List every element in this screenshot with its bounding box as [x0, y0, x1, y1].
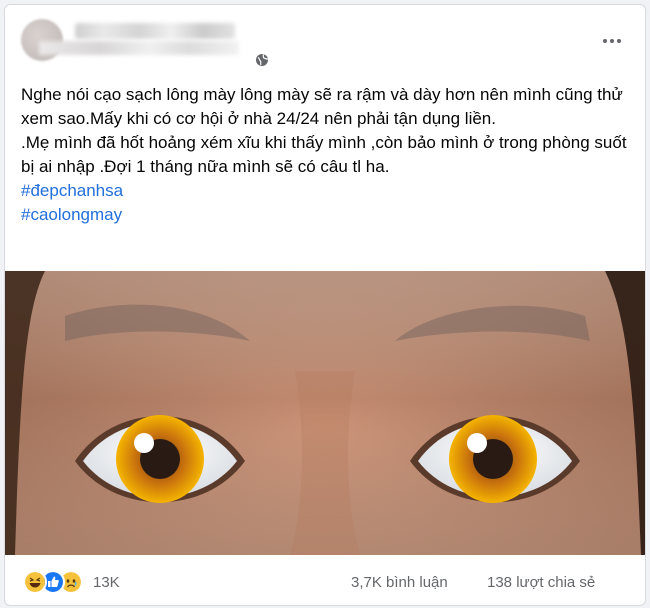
post-footer: 13K 3,7K bình luận 138 lượt chia sẻ [5, 557, 645, 605]
globe-icon[interactable] [255, 53, 269, 67]
post-card: Nghe nói cạo sạch lông mày lông mày sẽ r… [4, 4, 646, 606]
haha-icon [23, 570, 47, 594]
more-dot [617, 39, 621, 43]
post-photo[interactable] [5, 271, 645, 555]
reaction-count[interactable]: 13K [93, 574, 120, 591]
hashtag-link[interactable]: #đepchanhsa [21, 179, 631, 203]
more-options-button[interactable] [597, 31, 627, 51]
post-header [5, 5, 645, 75]
more-dot [610, 39, 614, 43]
comment-count-link[interactable]: 3,7K bình luận [351, 574, 448, 591]
more-options-icon [603, 39, 607, 43]
share-count-link[interactable]: 138 lượt chia sẻ [487, 574, 595, 591]
post-paragraph: Nghe nói cạo sạch lông mày lông mày sẽ r… [21, 85, 633, 128]
post-paragraph: .Mẹ mình đã hốt hoảng xém xĩu khi thấy m… [21, 133, 632, 176]
post-meta-blurred[interactable] [39, 41, 239, 55]
reaction-summary[interactable]: 13K [23, 570, 120, 594]
author-name-blurred[interactable] [75, 23, 235, 39]
hashtag-link[interactable]: #caolongmay [21, 203, 631, 227]
post-text: Nghe nói cạo sạch lông mày lông mày sẽ r… [21, 83, 631, 227]
post-photo-image [5, 271, 645, 555]
